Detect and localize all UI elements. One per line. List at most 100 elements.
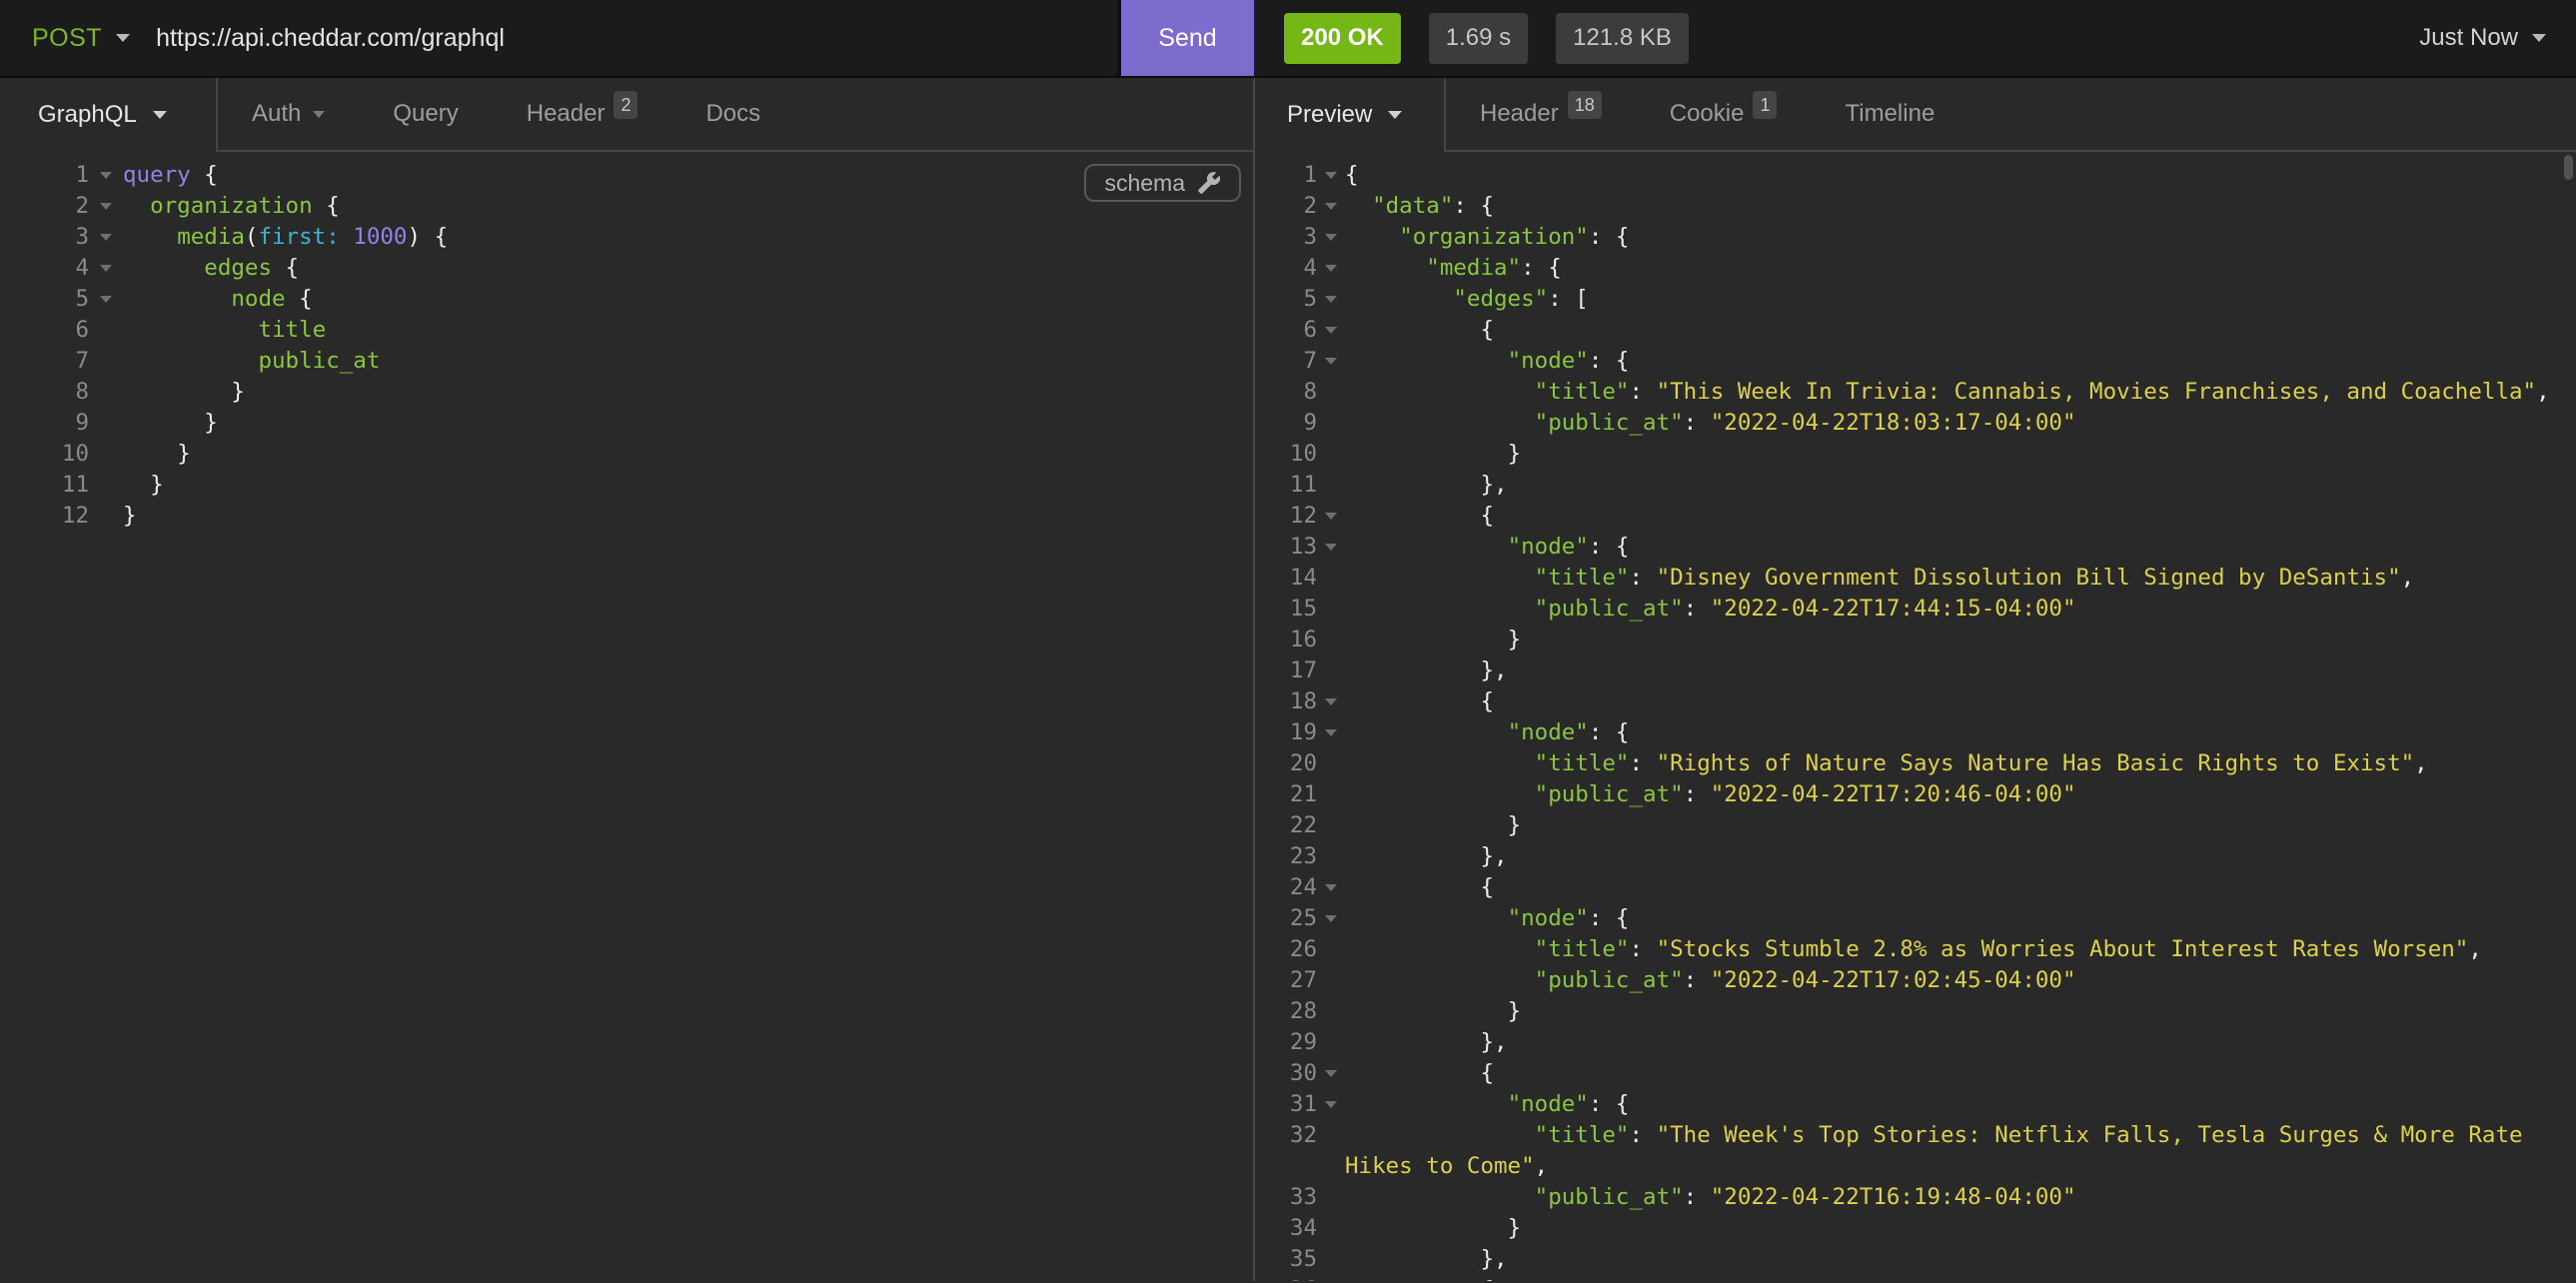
url-area: POST https://api.cheddar.com/graphql (0, 0, 1117, 76)
line-number: 36 (1255, 1275, 1317, 1281)
tab-docs[interactable]: Docs (671, 78, 794, 150)
code-line: 10 } (1255, 439, 2576, 470)
fold-toggle-icon[interactable] (100, 203, 112, 210)
tab-cookie[interactable]: Cookie 1 (1636, 78, 1812, 150)
preview-mode-selector[interactable]: Preview (1255, 78, 1446, 152)
fold-toggle-icon[interactable] (1325, 296, 1337, 303)
fold-toggle-icon[interactable] (1325, 265, 1337, 272)
fold-toggle-icon[interactable] (1325, 172, 1337, 179)
code-text: } (1345, 810, 2576, 841)
request-url-bar: POST https://api.cheddar.com/graphql Sen… (0, 0, 2576, 78)
gutter-fold-cell (1317, 625, 1345, 637)
code-text: query { (123, 160, 1253, 191)
code-line: 36 { (1255, 1275, 2576, 1281)
fold-toggle-icon[interactable] (100, 296, 112, 303)
fold-toggle-icon[interactable] (1325, 915, 1337, 922)
gutter-fold-cell (89, 439, 123, 451)
chevron-down-icon (116, 34, 130, 42)
line-number: 15 (1255, 594, 1317, 625)
fold-toggle-icon[interactable] (1325, 1070, 1337, 1077)
tab-label: Header (527, 100, 606, 128)
code-line: 2 "data": { (1255, 191, 2576, 222)
code-text: }, (1345, 470, 2576, 501)
line-number: 7 (1255, 346, 1317, 377)
gutter-fold-cell (1317, 717, 1345, 736)
fold-toggle-icon[interactable] (1325, 729, 1337, 736)
gutter-fold-cell (1317, 965, 1345, 977)
gutter-fold-cell (89, 315, 123, 327)
fold-toggle-icon[interactable] (1325, 234, 1337, 241)
line-number: 14 (1255, 563, 1317, 594)
line-number: 8 (0, 377, 89, 408)
send-button[interactable]: Send (1121, 0, 1254, 76)
fold-toggle-icon[interactable] (1325, 544, 1337, 551)
gutter-fold-cell (1317, 1027, 1345, 1039)
gutter-fold-cell (1317, 934, 1345, 946)
response-json-viewer: 1{2 "data": {3 "organization": {4 "media… (1255, 152, 2576, 1281)
line-number: 17 (1255, 655, 1317, 686)
code-text: organization { (123, 191, 1253, 222)
gutter-fold-cell (1317, 501, 1345, 520)
code-text: "public_at": "2022-04-22T17:44:15-04:00" (1345, 594, 2576, 625)
code-line: 31 "node": { (1255, 1089, 2576, 1120)
gutter-fold-cell (89, 191, 123, 210)
fold-toggle-icon[interactable] (100, 234, 112, 241)
request-tabbar: GraphQL Auth Query Header 2 (0, 78, 1253, 152)
tab-query[interactable]: Query (359, 78, 492, 150)
tab-response-header[interactable]: Header 18 (1446, 78, 1636, 150)
code-text: }, (1345, 1027, 2576, 1058)
code-text: "organization": { (1345, 222, 2576, 253)
gutter-fold-cell (1317, 686, 1345, 705)
code-line: 19 "node": { (1255, 717, 2576, 748)
method-selector[interactable]: POST (32, 24, 130, 53)
tab-label: Docs (705, 100, 760, 128)
line-number: 4 (0, 253, 89, 284)
fold-toggle-icon[interactable] (1325, 327, 1337, 334)
line-number: 6 (1255, 315, 1317, 346)
line-number: 18 (1255, 686, 1317, 717)
code-line: 3 media(first: 1000) { (0, 222, 1253, 253)
code-line: 4 "media": { (1255, 253, 2576, 284)
code-text: "title": "Stocks Stumble 2.8% as Worries… (1345, 934, 2576, 965)
tab-header[interactable]: Header 2 (493, 78, 672, 150)
url-input[interactable]: https://api.cheddar.com/graphql (156, 24, 505, 53)
code-text: media(first: 1000) { (123, 222, 1253, 253)
line-number: 31 (1255, 1089, 1317, 1120)
code-text: node { (123, 284, 1253, 315)
tab-auth[interactable]: Auth (218, 78, 359, 150)
code-line: 4 edges { (0, 253, 1253, 284)
response-history-dropdown[interactable]: Just Now (2419, 24, 2576, 52)
gutter-fold-cell (89, 253, 123, 272)
fold-toggle-icon[interactable] (1325, 884, 1337, 891)
code-line: 13 "node": { (1255, 532, 2576, 563)
code-text: } (123, 377, 1253, 408)
code-line: 30 { (1255, 1058, 2576, 1089)
tab-label: Cookie (1670, 100, 1745, 128)
code-text: "public_at": "2022-04-22T17:20:46-04:00" (1345, 779, 2576, 810)
fold-toggle-icon[interactable] (1325, 513, 1337, 520)
fold-toggle-icon[interactable] (1325, 1101, 1337, 1108)
line-number: 12 (0, 501, 89, 532)
fold-toggle-icon[interactable] (1325, 698, 1337, 705)
code-line: 16 } (1255, 625, 2576, 655)
fold-toggle-icon[interactable] (1325, 203, 1337, 210)
gutter-fold-cell (89, 408, 123, 420)
schema-button[interactable]: schema (1084, 164, 1241, 202)
tab-timeline[interactable]: Timeline (1811, 78, 1968, 150)
fold-toggle-icon[interactable] (100, 172, 112, 179)
body-type-selector[interactable]: GraphQL (0, 78, 218, 152)
line-number: 2 (1255, 191, 1317, 222)
gutter-fold-cell (1317, 408, 1345, 420)
fold-toggle-icon[interactable] (1325, 358, 1337, 365)
graphql-query-editor[interactable]: schema 1query {2 organization {3 media(f… (0, 152, 1253, 1281)
line-number: 1 (0, 160, 89, 191)
scrollbar-thumb[interactable] (2564, 155, 2573, 180)
gutter-fold-cell (89, 160, 123, 179)
line-number: 30 (1255, 1058, 1317, 1089)
api-client-window: POST https://api.cheddar.com/graphql Sen… (0, 0, 2576, 1283)
chevron-down-icon (313, 111, 325, 118)
fold-toggle-icon[interactable] (100, 265, 112, 272)
code-text: "title": "Rights of Nature Says Nature H… (1345, 748, 2576, 779)
code-line: 3 "organization": { (1255, 222, 2576, 253)
code-line: 8 "title": "This Week In Trivia: Cannabi… (1255, 377, 2576, 408)
